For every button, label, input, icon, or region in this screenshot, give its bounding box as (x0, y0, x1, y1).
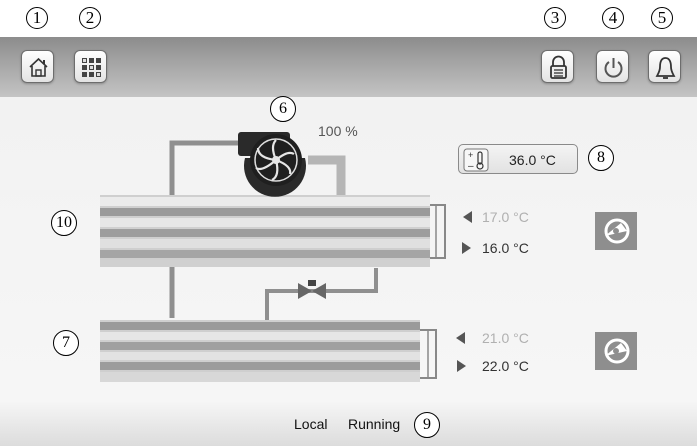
lower-inlet-temp: 21.0 °C (482, 330, 529, 346)
setpoint-value: 36.0 °C (509, 152, 556, 168)
lower-pump-icon (595, 332, 637, 370)
lower-outlet-arrow-icon (457, 360, 466, 372)
lower-outlet-temp: 22.0 °C (482, 358, 529, 374)
upper-inlet-temp: 17.0 °C (482, 209, 529, 225)
temperature-setpoint[interactable]: + – 36.0 °C (458, 144, 578, 174)
lower-heat-exchanger (100, 320, 437, 382)
callout-6: 6 (270, 96, 296, 122)
thermometer-icon: + – (463, 148, 489, 172)
unit-state: Running (348, 416, 401, 432)
upper-outlet-arrow-icon (462, 242, 471, 254)
callout-7: 7 (53, 330, 79, 356)
callout-9: 9 (414, 412, 440, 438)
refrigerant-circuit-diagram (100, 132, 637, 382)
callout-8: 8 (588, 145, 614, 171)
lower-inlet-arrow-icon (456, 332, 465, 344)
fan-icon (238, 132, 306, 197)
svg-text:+: + (468, 150, 473, 160)
upper-outlet-temp: 16.0 °C (482, 240, 529, 256)
control-mode: Local (294, 416, 328, 432)
upper-heat-exchanger (100, 195, 446, 267)
upper-pump-icon (595, 212, 637, 250)
svg-text:–: – (468, 161, 474, 172)
callout-10: 10 (51, 210, 77, 236)
upper-inlet-arrow-icon (463, 211, 472, 223)
fan-duct (308, 155, 346, 196)
fan-speed-value: 100 % (318, 123, 358, 139)
